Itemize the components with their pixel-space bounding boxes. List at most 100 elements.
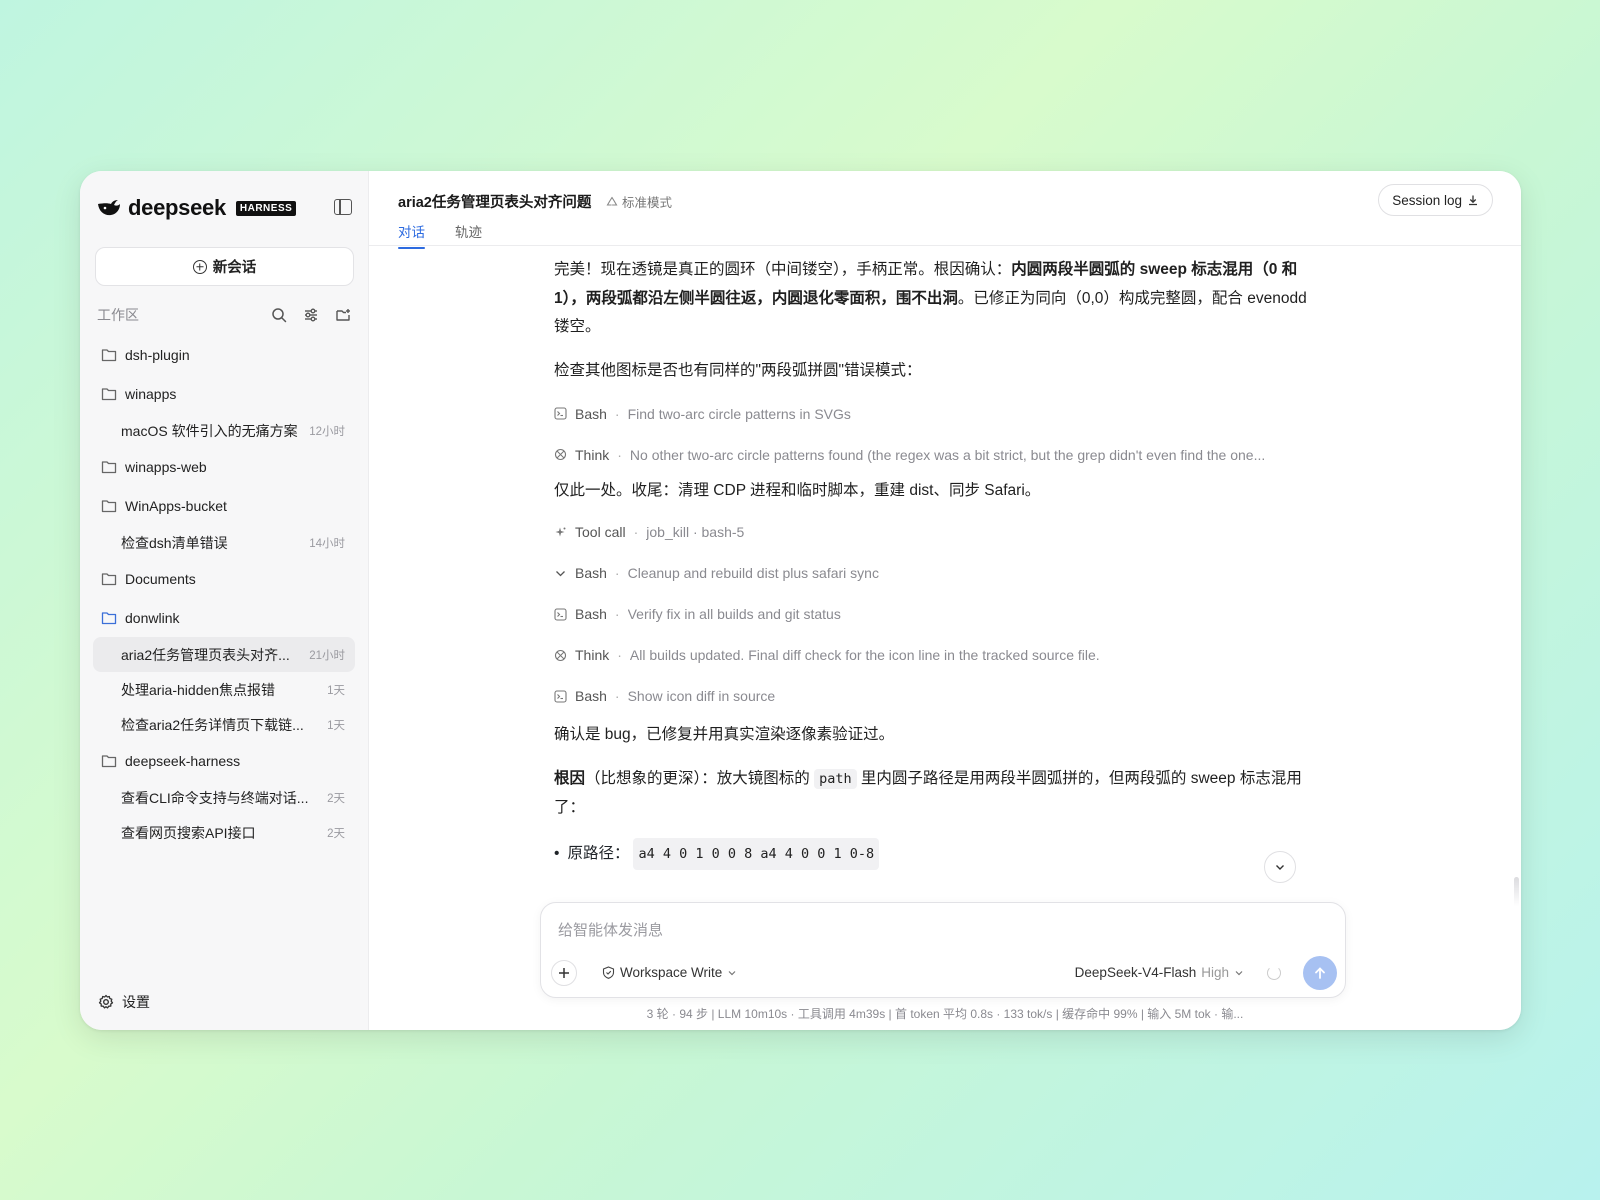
tool-step[interactable]: Bash · Verify fix in all builds and git s… <box>554 594 1324 635</box>
tool-desc: All builds updated. Final diff check for… <box>629 647 1100 663</box>
plus-icon <box>559 968 569 978</box>
mode-indicator[interactable]: 标准模式 <box>606 192 672 211</box>
folder-label: Documents <box>125 571 196 588</box>
session-time: 2天 <box>327 828 345 840</box>
tool-step[interactable]: Bash · Show icon diff in source <box>554 676 1324 717</box>
model-name: DeepSeek-V4-Flash <box>1074 965 1197 980</box>
message-text: 完美！现在透镜是真正的圆环（中间镂空），手柄正常。根因确认： <box>554 261 1012 278</box>
model-select[interactable]: DeepSeek-V4-Flash High <box>1075 965 1244 980</box>
settings-label: 设置 <box>122 994 150 1010</box>
tool-list: Bash · Find two-arc circle patterns in SV… <box>554 393 1324 475</box>
session-title: aria2任务管理页表头对齐... <box>121 646 290 663</box>
brain-icon <box>554 448 567 461</box>
tab-chat[interactable]: 对话 <box>398 221 425 249</box>
folder-icon <box>101 388 117 400</box>
folder-label: winapps <box>125 385 177 402</box>
settings-button[interactable]: 设置 <box>98 992 150 1012</box>
download-icon <box>1469 195 1477 206</box>
folder-item[interactable]: winapps-web <box>93 448 355 487</box>
tool-name: Tool call <box>575 524 626 540</box>
session-title: 检查dsh清单错误 <box>121 534 228 551</box>
tool-step[interactable]: Bash · Find two-arc circle patterns in SV… <box>554 393 1324 434</box>
gear-icon <box>98 994 114 1009</box>
chevron-down-icon <box>1235 970 1243 975</box>
attach-button[interactable] <box>551 960 577 986</box>
session-time: 1天 <box>327 719 345 732</box>
message-bold-text: 根因 <box>554 770 586 787</box>
session-title: 查看网页搜索API接口 <box>121 825 256 841</box>
session-item[interactable]: 检查dsh清单错误 14小时 <box>93 525 355 560</box>
chevron-down-icon <box>728 970 736 975</box>
folder-item[interactable]: WinApps-bucket <box>93 487 355 526</box>
status-bar: 3 轮 · 94 步 | LLM 10m10s · 工具调用 4m39s | 首… <box>646 1007 1244 1021</box>
folder-item[interactable]: Documents <box>93 560 355 599</box>
terminal-icon <box>554 607 567 621</box>
terminal-icon <box>554 689 567 703</box>
permission-select[interactable]: Workspace Write <box>602 965 737 980</box>
terminal-icon <box>554 407 567 420</box>
filter-icon[interactable] <box>302 306 320 324</box>
tool-list: Tool call · job_kill · bash-5 Bash · Clean… <box>554 512 1324 717</box>
assistant-message: 完美！现在透镜是真正的圆环（中间镂空），手柄正常。根因确认：内圆两段半圆弧的 s… <box>554 256 1324 342</box>
shield-icon <box>602 966 615 979</box>
session-item[interactable]: 查看CLI命令支持与终端对话... 2天 <box>93 781 355 816</box>
tool-name: Bash <box>575 688 607 704</box>
session-time: 1天 <box>327 684 345 697</box>
tool-name: Think <box>575 446 610 463</box>
tool-desc: Verify fix in all builds and git status <box>627 606 841 622</box>
inline-code: path <box>814 769 857 789</box>
inline-code: a4 4 0 1 0 0 8 a4 4 0 0 1 0-8 <box>633 838 880 870</box>
search-icon[interactable] <box>270 306 288 324</box>
folder-open-icon <box>101 612 117 624</box>
folder-label: winapps-web <box>125 459 207 476</box>
workspace-label: 工作区 <box>97 307 139 323</box>
chevron-down-icon <box>556 570 565 576</box>
tool-desc: Cleanup and rebuild dist plus safari syn… <box>627 565 879 581</box>
folder-icon <box>101 755 117 768</box>
session-item[interactable]: 查看网页搜索API接口 2天 <box>93 816 355 851</box>
whale-logo-icon <box>98 200 120 216</box>
send-button[interactable] <box>1303 956 1337 990</box>
session-item[interactable]: 检查aria2任务详情页下载链... 1天 <box>93 707 355 742</box>
topbar: aria2任务管理页表头对齐问题 标准模式 对话 轨迹 Session log <box>369 171 1521 249</box>
brand-name: deepseek <box>128 195 226 220</box>
message-input[interactable]: 给智能体发消息 <box>558 919 663 940</box>
assistant-message: 根因（比想象的更深）：放大镜图标的 path 里内圆子路径是用两段半圆弧拼的，但… <box>554 765 1324 822</box>
folder-item-open[interactable]: donwlink <box>93 599 355 638</box>
session-log-button[interactable]: Session log <box>1378 184 1493 216</box>
session-time: 2天 <box>327 793 345 805</box>
tool-step[interactable]: Think · All builds updated. Final diff ch… <box>554 635 1324 676</box>
chevron-down-icon <box>1276 865 1284 870</box>
assistant-message: 仅此一处。收尾：清理 CDP 进程和临时脚本，重建 dist、同步 Safari… <box>554 482 1041 499</box>
recycle-icon <box>606 196 618 206</box>
tool-desc: No other two-arc circle patterns found (… <box>629 446 1266 463</box>
tool-step-expanded[interactable]: Bash · Cleanup and rebuild dist plus safa… <box>554 553 1324 594</box>
app-window: deepseek HARNESS 新会话 工作区 dsh-plugin wina… <box>80 171 1521 1030</box>
tool-step[interactable]: Tool call · job_kill · bash-5 <box>554 512 1324 553</box>
folder-label: deepseek-harness <box>125 753 241 770</box>
sparkle-icon <box>555 527 566 536</box>
sidebar-toggle-icon[interactable] <box>334 199 352 215</box>
bullet-label: 原路径： <box>567 845 630 862</box>
folder-item[interactable]: dsh-plugin <box>93 336 355 375</box>
session-item[interactable]: macOS 软件引入的无痛方案 12小时 <box>93 413 355 448</box>
session-log-label: Session log <box>1392 192 1462 208</box>
tool-step[interactable]: Think · No other two-arc circle patterns … <box>554 434 1324 475</box>
session-title: macOS 软件引入的无痛方案 <box>121 422 298 439</box>
tool-name: Bash <box>575 405 607 422</box>
folder-label: donwlink <box>125 609 180 626</box>
folder-item[interactable]: deepseek-harness <box>93 742 355 781</box>
session-item-active[interactable]: aria2任务管理页表头对齐... 21小时 <box>93 637 355 672</box>
tab-trace[interactable]: 轨迹 <box>455 221 482 249</box>
fade-overlay <box>369 871 1521 906</box>
folder-label: dsh-plugin <box>125 347 190 364</box>
new-folder-icon[interactable] <box>334 306 352 324</box>
session-item[interactable]: 处理aria-hidden焦点报错 1天 <box>93 672 355 707</box>
scroll-to-bottom-button[interactable] <box>1264 851 1296 883</box>
folder-item[interactable]: winapps <box>93 375 355 414</box>
brain-icon <box>554 649 567 661</box>
composer: 给智能体发消息 Workspace Write DeepSeek-V4-Flas… <box>540 902 1346 998</box>
main-panel: aria2任务管理页表头对齐问题 标准模式 对话 轨迹 Session log … <box>369 171 1521 1030</box>
plus-circle-icon <box>192 259 207 274</box>
new-chat-button[interactable]: 新会话 <box>95 247 354 286</box>
